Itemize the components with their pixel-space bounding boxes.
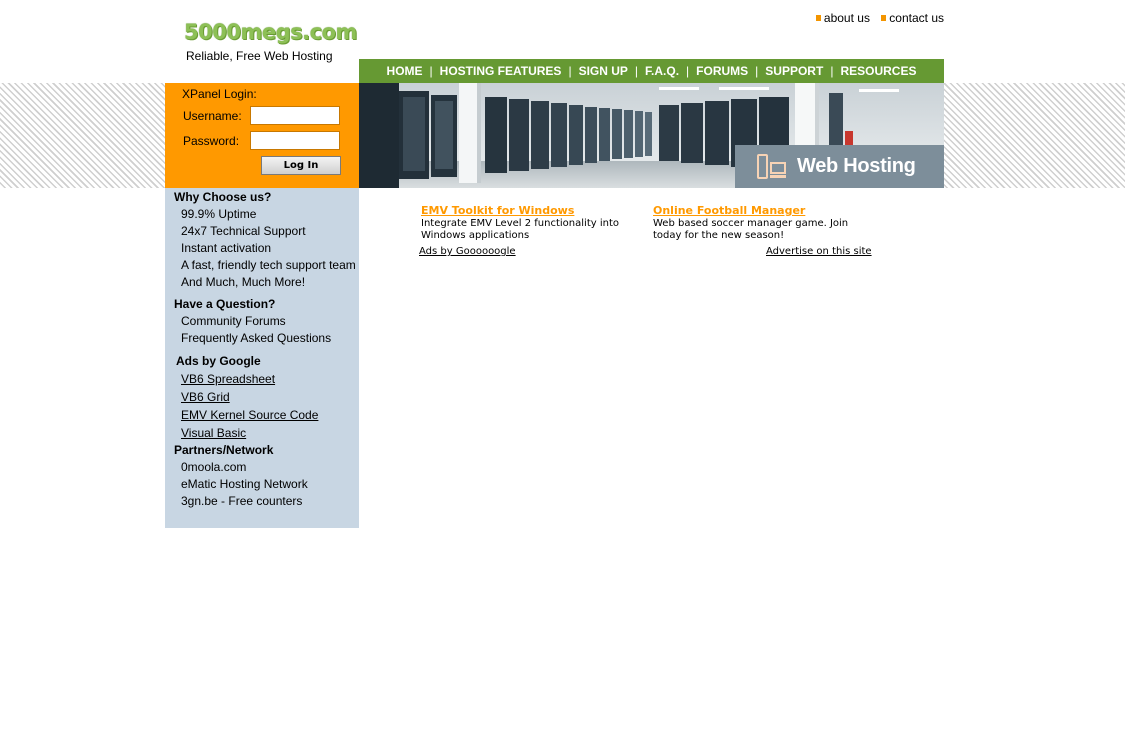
ad-description: Integrate EMV Level 2 functionality into… bbox=[421, 218, 619, 241]
page-wrapper: 5000megs.com Reliable, Free Web Hosting … bbox=[165, 0, 944, 751]
top-links: about us contact us bbox=[808, 10, 944, 25]
nav-separator: | bbox=[429, 64, 433, 78]
username-input[interactable] bbox=[250, 106, 340, 125]
sidebar-ad-vb6-grid[interactable]: VB6 Grid bbox=[181, 390, 230, 404]
password-label: Password: bbox=[183, 134, 240, 148]
contact-us-label: contact us bbox=[889, 11, 944, 25]
monitor-icon bbox=[757, 153, 786, 179]
ad-unit-emv-toolkit: EMV Toolkit for Windows Integrate EMV Le… bbox=[421, 204, 646, 242]
ad-unit-football-manager: Online Football Manager Web based soccer… bbox=[653, 204, 878, 242]
login-title: XPanel Login: bbox=[182, 87, 257, 101]
nav-hosting-features[interactable]: HOSTING FEATURES bbox=[440, 64, 562, 78]
sidebar-partner-ematic[interactable]: eMatic Hosting Network bbox=[181, 477, 308, 491]
banner-title: Web Hosting bbox=[797, 155, 916, 177]
bullet-icon bbox=[815, 15, 821, 21]
nav-home[interactable]: HOME bbox=[387, 64, 423, 78]
sidebar-heading-partners: Partners/Network bbox=[174, 443, 274, 457]
nav-separator: | bbox=[755, 64, 759, 78]
sidebar-item-forums[interactable]: Community Forums bbox=[181, 314, 286, 328]
about-us-link[interactable]: about us bbox=[815, 11, 870, 25]
advertise-link[interactable]: Advertise on this site bbox=[766, 246, 872, 257]
nav-separator: | bbox=[830, 64, 834, 78]
sidebar-item-tech-team: A fast, friendly tech support team bbox=[181, 258, 356, 272]
sidebar-partner-3gn[interactable]: 3gn.be - Free counters bbox=[181, 494, 302, 508]
sidebar-item-more: And Much, Much More! bbox=[181, 275, 306, 289]
sidebar-ad-vb6-spreadsheet[interactable]: VB6 Spreadsheet bbox=[181, 372, 275, 386]
nav-forums[interactable]: FORUMS bbox=[696, 64, 748, 78]
ads-by-google-link[interactable]: Ads by Goooooogle bbox=[419, 246, 516, 257]
sidebar-ad-emv-kernel[interactable]: EMV Kernel Source Code bbox=[181, 408, 318, 422]
hero-banner: Web Hosting bbox=[359, 83, 944, 188]
bullet-icon bbox=[881, 15, 887, 21]
about-us-label: about us bbox=[823, 11, 870, 25]
nav-support[interactable]: SUPPORT bbox=[765, 64, 823, 78]
main-nav: HOME | HOSTING FEATURES | SIGN UP | F.A.… bbox=[359, 59, 944, 83]
sidebar-item-support: 24x7 Technical Support bbox=[181, 224, 306, 238]
sidebar-partner-0moola[interactable]: 0moola.com bbox=[181, 460, 246, 474]
site-tagline: Reliable, Free Web Hosting bbox=[186, 49, 333, 63]
nav-resources[interactable]: RESOURCES bbox=[840, 64, 916, 78]
nav-separator: | bbox=[686, 64, 690, 78]
sidebar-item-faq[interactable]: Frequently Asked Questions bbox=[181, 331, 331, 345]
sidebar-heading-ads: Ads by Google bbox=[176, 354, 261, 368]
nav-separator: | bbox=[568, 64, 572, 78]
ad-description: Web based soccer manager game. Join toda… bbox=[653, 218, 849, 241]
ad-title[interactable]: Online Football Manager bbox=[653, 204, 878, 217]
password-input[interactable] bbox=[250, 131, 340, 150]
nav-faq[interactable]: F.A.Q. bbox=[645, 64, 679, 78]
site-logo[interactable]: 5000megs.com bbox=[182, 20, 357, 44]
sidebar-ad-visual-basic[interactable]: Visual Basic bbox=[181, 426, 246, 440]
nav-separator: | bbox=[634, 64, 639, 78]
contact-us-link[interactable]: contact us bbox=[881, 11, 944, 25]
logo-text: 5000megs.com bbox=[184, 20, 357, 44]
login-button[interactable]: Log In bbox=[261, 156, 341, 175]
login-panel: XPanel Login: Username: Password: Log In bbox=[165, 83, 359, 188]
nav-sign-up[interactable]: SIGN UP bbox=[579, 64, 628, 78]
username-label: Username: bbox=[183, 109, 242, 123]
sidebar: Why Choose us? 99.9% Uptime 24x7 Technic… bbox=[165, 188, 359, 528]
ad-title[interactable]: EMV Toolkit for Windows bbox=[421, 204, 646, 217]
sidebar-item-uptime: 99.9% Uptime bbox=[181, 207, 257, 221]
banner-caption: Web Hosting bbox=[735, 145, 944, 188]
sidebar-heading-why: Why Choose us? bbox=[174, 190, 272, 204]
sidebar-heading-question: Have a Question? bbox=[174, 297, 276, 311]
sidebar-item-activation: Instant activation bbox=[181, 241, 272, 255]
